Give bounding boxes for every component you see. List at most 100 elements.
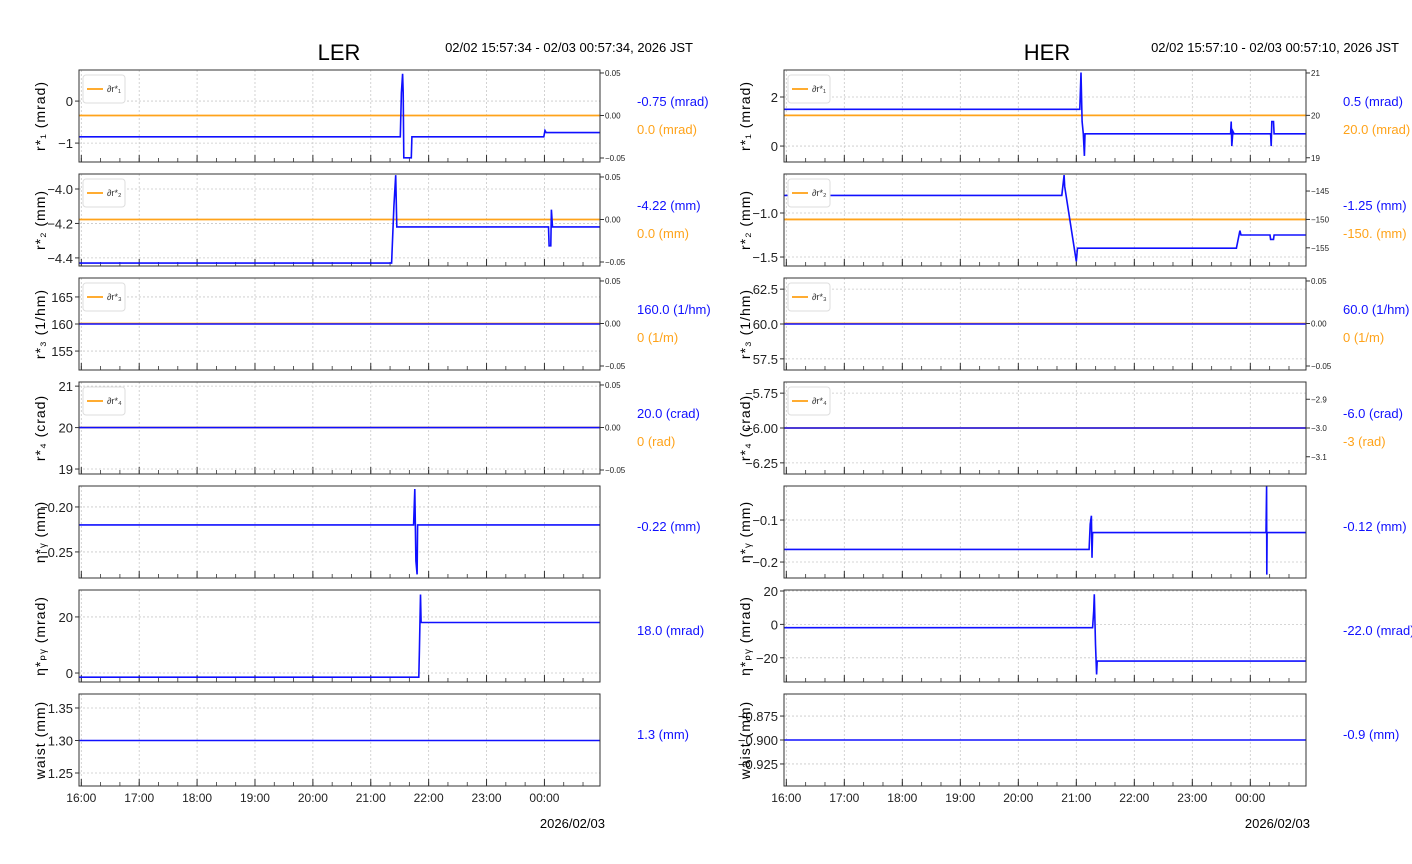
right-y-tick-label: −0.05	[1311, 362, 1332, 371]
y-axis-label: r*₄ (crad)	[32, 395, 48, 461]
right-y-tick-label: −0.05	[605, 466, 626, 475]
panel-6: 20 0 η*ₚᵧ (mrad) 18.0 (mrad)	[32, 589, 704, 683]
current-value: -0.9 (mm)	[1343, 727, 1399, 742]
panel-7: −0.875−0.900−0.925waist (mm) -0.9 (mm)16:…	[737, 693, 1399, 805]
y-tick-label: −4.2	[47, 216, 73, 231]
x-tick-label: 22:00	[414, 791, 444, 805]
current-value: 18.0 (mrad)	[637, 623, 704, 638]
y-tick-label: −0.1	[752, 513, 778, 528]
setpoint-value: -3 (rad)	[1343, 434, 1386, 449]
setpoint-value: 0.0 (mrad)	[637, 122, 697, 137]
right-y-tick-label: −0.05	[605, 362, 626, 371]
right-y-tick-label: 0.05	[605, 69, 621, 78]
y-axis-label: η*ₚᵧ (mrad)	[737, 596, 753, 676]
current-value: -1.25 (mm)	[1343, 198, 1407, 213]
y-axis-label: r*₂ (mm)	[32, 190, 48, 250]
right-y-tick-label: 0.00	[605, 215, 621, 224]
y-tick-label: 0	[771, 139, 778, 154]
panel-3: 62.5 60.0 57.5r*₃ (1/hm) 0.05 0.00 −0.05 ∂r*₃ 6…	[737, 277, 1409, 371]
x-tick-label: 20:00	[298, 791, 328, 805]
legend-label: ∂r*₂	[107, 188, 122, 198]
setpoint-value: 0 (1/m)	[1343, 330, 1384, 345]
right-y-tick-label: 0.00	[605, 111, 621, 120]
y-tick-label: −1.5	[752, 250, 778, 265]
y-axis-label: η*ₚᵧ (mrad)	[32, 596, 48, 676]
panel-4: 21 20 19 r*₄ (crad) 0.05 0.00 −0.05 ∂r*₄ 20.0 (c…	[32, 379, 700, 477]
current-value: -0.12 (mm)	[1343, 519, 1407, 534]
panel-5: −0.1 −0.2η*ᵧ (mm) -0.12 (mm)	[737, 485, 1407, 579]
legend-label: ∂r*₁	[812, 84, 826, 94]
y-tick-label: 2	[771, 90, 778, 105]
y-tick-label: 0	[66, 666, 73, 681]
y-tick-label: 0	[66, 94, 73, 109]
panel-6: 20 0 −20η*ₚᵧ (mrad) -22.0 (mrad)	[737, 584, 1412, 683]
current-value: 60.0 (1/hm)	[1343, 302, 1409, 317]
y-tick-label: −1	[58, 136, 73, 151]
panel-7: 1.35 1.30 1.25waist (mm) 1.3 (mm) 16:00 17:00…	[32, 693, 689, 805]
right-y-tick-label: −145	[1311, 187, 1330, 196]
panel-4: −5.75−6.00−6.25r*₄ (crad) −2.9−3.0−3.1∂r*…	[737, 381, 1403, 475]
series-line	[784, 72, 1306, 156]
panel-5: −0.20−0.25η*ᵧ (mm) -0.22 (mm)	[32, 485, 701, 579]
x-tick-label: 19:00	[240, 791, 270, 805]
panel-2: −4.0 −4.2 −4.4r*₂ (mm) 0.05 0.00 −0.05 ∂r*₂ -4.…	[32, 173, 701, 267]
current-value: -22.0 (mrad)	[1343, 623, 1412, 638]
right-y-tick-label: −0.05	[605, 154, 626, 163]
right-y-tick-label: 0.00	[605, 423, 621, 432]
x-tick-label: 18:00	[887, 791, 917, 805]
y-tick-label: 165	[51, 290, 73, 305]
right-y-tick-label: −0.05	[605, 258, 626, 267]
legend-label: ∂r*₃	[812, 292, 827, 302]
date-label: 2026/02/03	[540, 816, 605, 831]
right-y-tick-label: −150	[1311, 215, 1330, 224]
y-tick-label: 19	[59, 462, 73, 477]
legend-label: ∂r*₂	[812, 188, 827, 198]
x-tick-label: 19:00	[945, 791, 975, 805]
time-range: 02/02 15:57:10 - 02/03 00:57:10, 2026 JS…	[1151, 40, 1399, 55]
y-tick-label: 160	[51, 317, 73, 332]
y-tick-label: 1.30	[48, 733, 73, 748]
y-tick-label: 155	[51, 344, 73, 359]
current-value: -4.22 (mm)	[637, 198, 701, 213]
current-value: 160.0 (1/hm)	[637, 302, 711, 317]
x-tick-label: 20:00	[1003, 791, 1033, 805]
x-tick-label: 18:00	[182, 791, 212, 805]
y-axis-label: η*ᵧ (mm)	[32, 501, 48, 563]
legend-label: ∂r*₃	[107, 292, 122, 302]
current-value: 20.0 (crad)	[637, 406, 700, 421]
y-tick-label: −1.0	[752, 206, 778, 221]
series-line	[784, 175, 1306, 262]
right-y-tick-label: 20	[1311, 111, 1320, 120]
right-y-tick-label: 0.05	[605, 381, 621, 390]
right-y-tick-label: 0.05	[605, 277, 621, 286]
series-line	[784, 594, 1306, 675]
y-tick-label: 20	[59, 421, 73, 436]
y-tick-label: −4.4	[47, 251, 73, 266]
series-line	[784, 486, 1306, 575]
right-y-tick-label: 19	[1311, 154, 1320, 163]
current-value: 0.5 (mrad)	[1343, 94, 1403, 109]
x-tick-label: 16:00	[66, 791, 96, 805]
y-axis-label: r*₃ (1/hm)	[737, 289, 753, 359]
y-tick-label: 1.35	[48, 701, 73, 716]
panel-frame	[78, 485, 601, 579]
y-tick-label: 20	[764, 584, 778, 599]
her-chart: HER 02/02 15:57:10 - 02/03 00:57:10, 2026…	[737, 40, 1412, 831]
y-tick-label: 20	[59, 610, 73, 625]
right-y-tick-label: 0.00	[605, 319, 621, 328]
right-y-tick-label: 0.00	[1311, 319, 1327, 328]
x-tick-label: 16:00	[771, 791, 801, 805]
panel-2: −1.0 −1.5r*₂ (mm) −145 −150 −155 ∂r*₂ -1.25 (m…	[737, 173, 1407, 267]
x-tick-label: 21:00	[1061, 791, 1091, 805]
right-y-tick-label: 0.05	[605, 173, 621, 182]
y-axis-label: r*₁ (mrad)	[32, 81, 48, 151]
panel-3: 165 160 155r*₃ (1/hm) 0.05 0.00 −0.05 ∂r*₃ 160.…	[32, 277, 711, 371]
right-y-tick-label: 0.05	[1311, 277, 1327, 286]
y-tick-label: 60.0	[753, 317, 778, 332]
y-tick-label: −20	[756, 651, 778, 666]
date-label: 2026/02/03	[1245, 816, 1310, 831]
setpoint-value: 20.0 (mrad)	[1343, 122, 1410, 137]
x-tick-label: 17:00	[124, 791, 154, 805]
setpoint-value: 0.0 (mm)	[637, 226, 689, 241]
right-y-tick-label: −2.9	[1311, 395, 1327, 404]
